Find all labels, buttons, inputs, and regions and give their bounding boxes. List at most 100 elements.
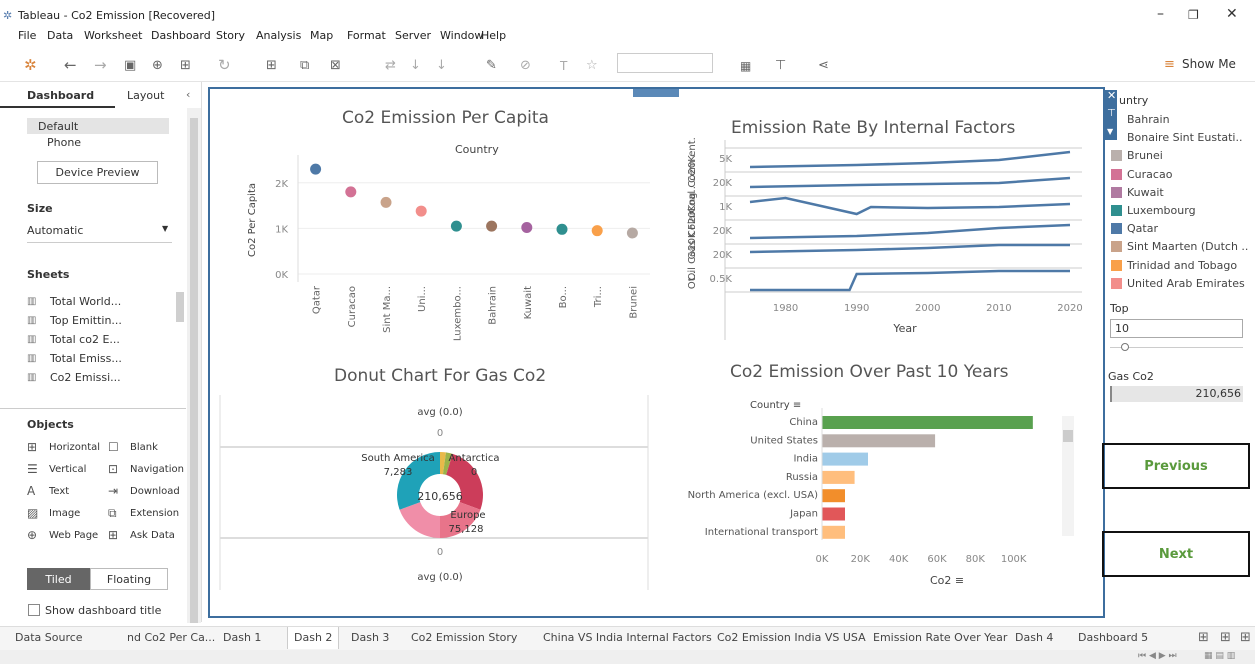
tableau-icon[interactable]: ✲ [24, 56, 37, 74]
size-select[interactable]: Automatic [27, 224, 83, 237]
menu-map[interactable]: Map [310, 29, 333, 42]
new-worksheet-tab-icon[interactable]: ⊞ [1198, 630, 1209, 645]
pin-icon[interactable]: ☆ [586, 58, 598, 73]
tab-layout[interactable]: Layout [127, 89, 164, 102]
new-dashboard-tab-icon[interactable]: ⊞ [1220, 630, 1231, 645]
bar[interactable] [822, 470, 855, 484]
top-slider-track[interactable] [1110, 347, 1243, 348]
menu-server[interactable]: Server [395, 29, 431, 42]
clear-icon[interactable]: ⊠ [330, 58, 341, 73]
highlight-icon[interactable]: ✎ [486, 58, 497, 73]
bar[interactable] [822, 525, 845, 539]
sort-asc-icon[interactable]: ↓ [410, 58, 421, 73]
series-line[interactable] [750, 269, 1070, 292]
tab-dash-1[interactable]: Dash 1 [223, 631, 261, 644]
new-worksheet-icon[interactable]: ⊞ [266, 58, 277, 73]
donut-slice[interactable] [399, 502, 440, 538]
bar[interactable] [822, 489, 845, 503]
tab-dash-4[interactable]: Dash 4 [1015, 631, 1053, 644]
fit-select[interactable] [617, 53, 713, 73]
bar-scroll-thumb[interactable] [1063, 430, 1073, 442]
label-icon[interactable]: T [560, 59, 567, 73]
gas-filter-slider[interactable]: 210,656 [1110, 386, 1243, 402]
legend-item[interactable]: Trinidad and Tobago [1127, 259, 1237, 272]
sheet-item[interactable]: Total Emiss... [50, 352, 122, 365]
legend-item[interactable]: Kuwait [1127, 186, 1164, 199]
menu-dashboard[interactable]: Dashboard [151, 29, 211, 42]
pin-icon[interactable]: ⊤ [1107, 108, 1116, 119]
legend-item[interactable]: Bonaire Sint Eustati.. [1127, 131, 1242, 144]
bar[interactable] [822, 452, 868, 466]
minimize-button[interactable]: – [1157, 6, 1164, 22]
tab-nd-co2-per-ca-[interactable]: nd Co2 Per Ca... [127, 631, 215, 644]
chevron-down-icon[interactable]: ▼ [162, 224, 168, 233]
tab-emission-rate-over-year[interactable]: Emission Rate Over Year [873, 631, 1007, 644]
tiled-button[interactable]: Tiled [27, 568, 90, 590]
legend-item[interactable]: Curacao [1127, 168, 1172, 181]
object-image[interactable]: Image [49, 508, 80, 519]
nav-arrows-icon[interactable]: ⏮ ◀ ▶ ⏭ [1138, 651, 1177, 661]
legend-item[interactable]: Brunei [1127, 149, 1163, 162]
close-button[interactable]: ✕ [1226, 6, 1238, 22]
object-download[interactable]: Download [130, 486, 180, 497]
object-web-page[interactable]: Web Page [49, 530, 98, 541]
legend-item[interactable]: United Arab Emirates [1127, 277, 1245, 290]
swap-icon[interactable]: ⇄ [385, 58, 396, 73]
scatter-point[interactable] [486, 220, 498, 232]
tab-co2-emission-india-vs-usa[interactable]: Co2 Emission India VS USA [717, 631, 866, 644]
remove-icon[interactable]: ✕ [1107, 89, 1116, 102]
bar[interactable] [822, 434, 936, 448]
menu-file[interactable]: File [18, 29, 36, 42]
object-navigation[interactable]: Navigation [130, 464, 184, 475]
tab-dashboard-5[interactable]: Dashboard 5 [1078, 631, 1148, 644]
menu-data[interactable]: Data [47, 29, 73, 42]
back-icon[interactable]: ← [64, 56, 77, 74]
sheets-scroll-thumb[interactable] [176, 292, 184, 322]
scatter-point[interactable] [310, 163, 322, 175]
tab-dash-2[interactable]: Dash 2 [287, 627, 340, 649]
object-ask-data[interactable]: Ask Data [130, 530, 175, 541]
object-blank[interactable]: Blank [130, 442, 158, 453]
scatter-point[interactable] [626, 227, 638, 239]
show-labels-icon[interactable]: ▦ [740, 59, 751, 73]
sheet-item[interactable]: Total co2 E... [50, 333, 120, 346]
new-story-tab-icon[interactable]: ⊞ [1240, 630, 1251, 645]
series-line[interactable] [749, 223, 1071, 240]
tab-co2-emission-story[interactable]: Co2 Emission Story [411, 631, 517, 644]
device-preview-button[interactable]: Device Preview [37, 161, 158, 184]
scatter-point[interactable] [521, 221, 533, 233]
duplicate-icon[interactable]: ⧉ [300, 58, 309, 73]
legend-item[interactable]: Luxembourg [1127, 204, 1196, 217]
left-scroll-thumb[interactable] [190, 118, 198, 623]
pause-icon[interactable]: ⊞ [180, 58, 191, 73]
menu-help[interactable]: Help [481, 29, 506, 42]
new-datasource-icon[interactable]: ⊕ [152, 58, 163, 73]
bar[interactable] [822, 416, 1033, 429]
scatter-point[interactable] [556, 223, 568, 235]
tab-data-source[interactable]: Data Source [15, 631, 83, 644]
scatter-point[interactable] [415, 205, 427, 217]
menu-worksheet[interactable]: Worksheet [84, 29, 142, 42]
top-input[interactable]: 10 [1110, 319, 1243, 338]
scatter-point[interactable] [345, 186, 357, 198]
menu-window[interactable]: Window [440, 29, 483, 42]
refresh-icon[interactable]: ↻ [218, 56, 231, 74]
sort-desc-icon[interactable]: ↓ [436, 58, 447, 73]
legend-item[interactable]: Sint Maarten (Dutch .. [1127, 240, 1248, 253]
tab-dash-3[interactable]: Dash 3 [351, 631, 389, 644]
series-line[interactable] [749, 243, 1070, 254]
sheet-item[interactable]: Total World... [50, 295, 121, 308]
bar[interactable] [822, 507, 845, 521]
scatter-point[interactable] [450, 220, 462, 232]
save-icon[interactable]: ▣ [124, 58, 136, 73]
next-button[interactable]: Next [1102, 531, 1250, 577]
legend-item[interactable]: Qatar [1127, 222, 1158, 235]
menu-story[interactable]: Story [216, 29, 245, 42]
top-slider-handle[interactable] [1121, 343, 1129, 351]
show-me-button[interactable]: Show Me [1182, 57, 1236, 71]
sheet-item[interactable]: Co2 Emissi... [50, 371, 121, 384]
device-phone[interactable]: Phone [47, 136, 81, 149]
previous-button[interactable]: Previous [1102, 443, 1250, 489]
object-text[interactable]: Text [49, 486, 69, 497]
object-extension[interactable]: Extension [130, 508, 179, 519]
